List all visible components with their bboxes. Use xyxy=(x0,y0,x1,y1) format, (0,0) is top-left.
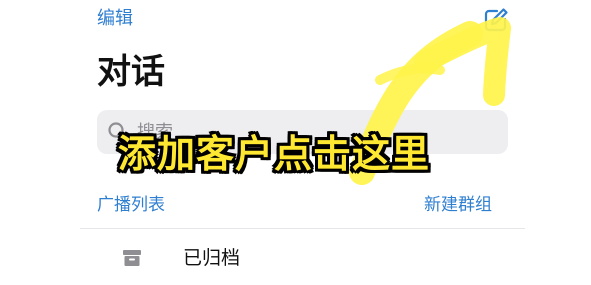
archived-row[interactable]: 已归档 xyxy=(80,238,525,285)
edit-button[interactable]: 编辑 xyxy=(97,7,133,31)
compose-button[interactable] xyxy=(482,6,510,34)
archived-label: 已归档 xyxy=(183,247,241,269)
new-group-link[interactable]: 新建群组 xyxy=(424,193,492,217)
compose-icon xyxy=(484,8,508,32)
chats-screen: 编辑 对话 广播列表 新建群组 已归档 添加客户点击这里 xyxy=(0,0,591,285)
broadcast-lists-link[interactable]: 广播列表 xyxy=(97,193,165,217)
archive-icon xyxy=(123,250,141,266)
divider xyxy=(80,228,525,229)
page-title: 对话 xyxy=(97,52,165,92)
annotation-banner: 添加客户点击这里 xyxy=(118,132,431,176)
